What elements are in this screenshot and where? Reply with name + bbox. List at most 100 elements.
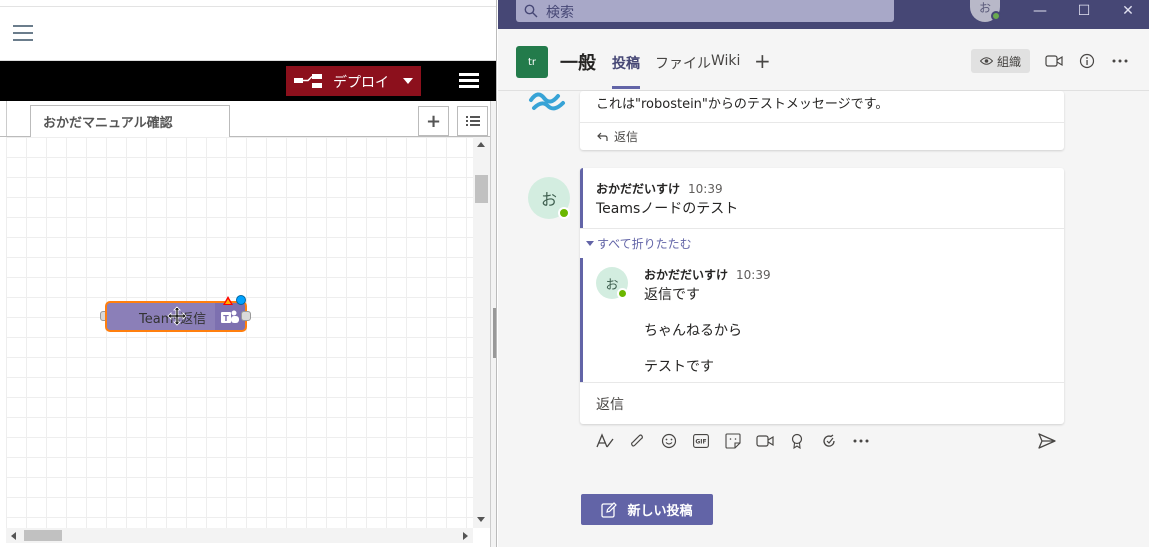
reply-avatar[interactable]: お [596, 267, 628, 299]
maximize-icon[interactable]: ☐ [1064, 0, 1104, 22]
search-input[interactable]: 検索 [516, 0, 894, 22]
unread-accent [580, 168, 583, 228]
reply-input[interactable]: 返信 [596, 394, 624, 414]
tab-okada-manual[interactable]: おかだマニュアル確認 [30, 105, 230, 138]
scroll-up-icon[interactable] [477, 142, 485, 147]
org-wide-button[interactable]: 組織 [971, 49, 1030, 73]
message-header: おかだだいすけ 10:39 [596, 180, 723, 197]
scroll-down-icon[interactable] [477, 517, 485, 522]
tab-posts[interactable]: 投稿 [612, 53, 640, 73]
browser-toolbar [0, 0, 496, 61]
reply-line: 返信です [644, 287, 700, 303]
node-red-header: デプロイ [0, 61, 496, 101]
search-icon [524, 4, 538, 18]
sticker-icon[interactable] [722, 430, 744, 452]
loop-icon[interactable] [818, 430, 840, 452]
meet-icon[interactable] [1044, 51, 1064, 71]
message-time: 10:39 [688, 182, 723, 196]
send-icon[interactable] [1036, 430, 1058, 452]
scroll-thumb-h[interactable] [24, 530, 62, 541]
new-post-label: 新しい投稿 [627, 504, 693, 519]
teams-window: 検索 お — ☐ ✕ tr 一般 投稿 ファイル Wiki + 組織 これは"r… [498, 0, 1149, 547]
node-undeployed-icon [236, 295, 246, 305]
praise-icon[interactable] [786, 430, 808, 452]
svg-text:GIF: GIF [695, 439, 706, 446]
browser-menu-icon[interactable] [13, 25, 33, 41]
compose-toolbar: GIF [594, 430, 1064, 452]
tab-wiki[interactable]: Wiki [711, 53, 740, 69]
message-author: おかだだいすけ [596, 182, 681, 196]
workspace-canvas[interactable] [6, 137, 473, 528]
move-cursor-icon [167, 306, 187, 326]
node-output-port[interactable] [241, 311, 251, 321]
horizontal-scrollbar[interactable] [6, 528, 473, 543]
collapse-label: すべて折りたたむ [597, 237, 692, 251]
org-label: 組織 [996, 54, 1021, 69]
meet-now-icon[interactable] [754, 430, 776, 452]
minimize-icon[interactable]: — [1020, 0, 1060, 22]
team-avatar[interactable]: tr [516, 46, 548, 78]
reply-divider [580, 122, 1064, 123]
reply-accent [580, 258, 583, 382]
robostein-bot-icon [529, 92, 565, 111]
reply-time: 10:39 [736, 268, 771, 282]
active-tab-indicator [612, 86, 640, 89]
list-icon [465, 116, 480, 126]
reply-line: テストです [644, 359, 714, 375]
reply-arrow-icon [597, 132, 608, 141]
add-flow-button[interactable]: + [418, 106, 449, 136]
sidebar-separator[interactable] [490, 101, 496, 547]
scroll-left-icon[interactable] [11, 532, 16, 540]
compose-icon [601, 501, 618, 518]
list-flows-button[interactable] [457, 106, 488, 136]
message-text: これは"robostein"からのテストメッセージです。 [596, 97, 889, 112]
tab-files[interactable]: ファイル [655, 53, 711, 73]
deploy-button[interactable]: デプロイ [286, 66, 421, 96]
profile-avatar[interactable]: お [970, 0, 1001, 22]
status-available-icon [991, 11, 1001, 21]
toolbar-divider [0, 6, 496, 7]
node-changed-icon [223, 296, 233, 305]
thread-card[interactable]: おかだだいすけ 10:39 Teamsノードのテスト すべて折りたたむ お おかだ… [580, 168, 1064, 424]
more-options-icon[interactable] [1110, 51, 1130, 71]
message-body: Teamsノードのテスト [596, 201, 739, 217]
main-menu-icon[interactable] [459, 73, 479, 89]
scroll-thumb[interactable] [475, 175, 488, 203]
channel-header: tr 一般 投稿 ファイル Wiki + 組織 [498, 29, 1149, 91]
reply-avatar-initial: お [605, 277, 619, 293]
deploy-icon [294, 74, 322, 88]
reply-line: ちゃんねるから [644, 323, 742, 339]
deploy-dropdown-icon[interactable] [403, 78, 413, 84]
deploy-label: デプロイ [333, 75, 389, 91]
info-icon[interactable] [1077, 51, 1097, 71]
reply-button[interactable]: 返信 [596, 128, 638, 145]
node-red-editor: デプロイ おかだマニュアル確認 + Teams返信 T [0, 0, 497, 547]
format-icon[interactable] [594, 430, 616, 452]
avatar-initial: お [540, 190, 557, 209]
gif-icon[interactable]: GIF [690, 430, 712, 452]
presence-available-icon [617, 288, 628, 299]
emoji-icon[interactable] [658, 430, 680, 452]
reply-header: おかだだいすけ 10:39 [644, 266, 771, 283]
teams-titlebar: 検索 お — ☐ ✕ [498, 0, 1149, 29]
reply-field-divider [580, 382, 1064, 383]
search-placeholder: 検索 [546, 5, 574, 21]
scroll-right-icon[interactable] [463, 532, 468, 540]
new-post-button[interactable]: 新しい投稿 [581, 494, 713, 525]
presence-available-icon [558, 207, 570, 219]
add-tab-icon[interactable]: + [754, 49, 771, 73]
separator-grip[interactable] [493, 308, 496, 358]
chevron-down-icon [586, 240, 594, 246]
reply-label: 返信 [614, 130, 639, 144]
tabs-divider [6, 101, 7, 136]
eye-icon [979, 57, 993, 65]
collapse-all-button[interactable]: すべて折りたたむ [586, 235, 692, 252]
reply-author: おかだだいすけ [644, 268, 729, 282]
attach-icon[interactable] [626, 430, 648, 452]
vertical-scrollbar[interactable] [473, 137, 490, 528]
more-options-icon[interactable] [850, 430, 872, 452]
avatar[interactable]: お [528, 177, 570, 219]
svg-text:T: T [223, 314, 229, 323]
message-card[interactable]: これは"robostein"からのテストメッセージです。 返信 [580, 91, 1064, 150]
close-icon[interactable]: ✕ [1108, 0, 1148, 22]
